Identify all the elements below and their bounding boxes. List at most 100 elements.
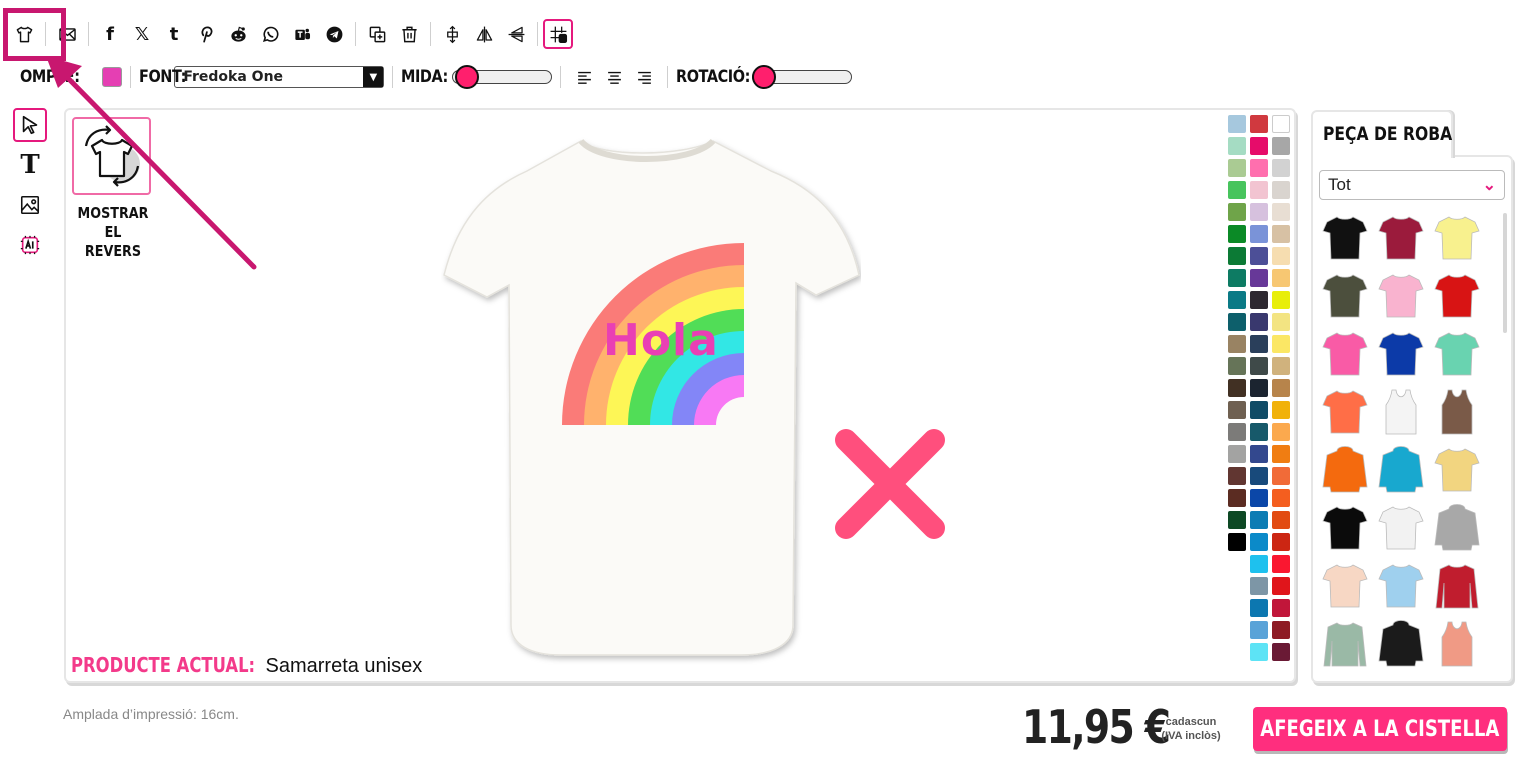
- color-swatch[interactable]: [1250, 577, 1268, 595]
- design-canvas[interactable]: MOSTRAR EL REVERS Hola PRODUCTE ACTUAL: …: [64, 108, 1296, 683]
- color-swatch[interactable]: [1228, 379, 1246, 397]
- garment-item-royal-tshirt[interactable]: [1373, 328, 1429, 380]
- garment-item-tiedye-tshirt[interactable]: [1429, 444, 1485, 496]
- garment-item-black-tshirt[interactable]: [1317, 212, 1373, 264]
- color-swatch[interactable]: [1250, 313, 1268, 331]
- align-right-button[interactable]: [629, 64, 659, 90]
- color-swatch[interactable]: [1272, 313, 1290, 331]
- color-swatch[interactable]: [1228, 137, 1246, 155]
- color-swatch[interactable]: [1228, 159, 1246, 177]
- color-swatch[interactable]: [1250, 291, 1268, 309]
- color-swatch[interactable]: [1272, 511, 1290, 529]
- color-swatch[interactable]: [1250, 115, 1268, 133]
- color-swatch[interactable]: [1228, 335, 1246, 353]
- color-swatch[interactable]: [1250, 533, 1268, 551]
- color-swatch[interactable]: [1228, 181, 1246, 199]
- garment-item-red-tshirt[interactable]: [1429, 270, 1485, 322]
- show-back-button[interactable]: [72, 117, 151, 195]
- color-swatch[interactable]: [1272, 401, 1290, 419]
- color-swatch[interactable]: [1272, 555, 1290, 573]
- color-swatch[interactable]: [1272, 181, 1290, 199]
- color-swatch[interactable]: [1250, 247, 1268, 265]
- garment-item-orange-hoodie[interactable]: [1317, 444, 1373, 496]
- size-slider[interactable]: [452, 65, 553, 89]
- color-swatch[interactable]: [1272, 247, 1290, 265]
- color-swatch[interactable]: [1228, 467, 1246, 485]
- color-swatch[interactable]: [1250, 599, 1268, 617]
- color-swatch[interactable]: [1228, 511, 1246, 529]
- color-swatch[interactable]: [1228, 269, 1246, 287]
- garment-item-fuchsia-tshirt[interactable]: [1317, 328, 1373, 380]
- x-share-button[interactable]: 𝕏: [126, 18, 158, 50]
- color-swatch[interactable]: [1228, 533, 1246, 551]
- color-swatch[interactable]: [1250, 555, 1268, 573]
- color-swatch[interactable]: [1272, 225, 1290, 243]
- color-swatch[interactable]: [1272, 269, 1290, 287]
- color-swatch[interactable]: [1272, 159, 1290, 177]
- flip-vertical-button[interactable]: [500, 18, 532, 50]
- product-tshirt-button[interactable]: [8, 18, 40, 50]
- garment-item-grey-hoodie[interactable]: [1429, 502, 1485, 554]
- font-select[interactable]: Fredoka One ▼: [174, 66, 385, 88]
- color-swatch[interactable]: [1250, 137, 1268, 155]
- color-swatch[interactable]: [1250, 203, 1268, 221]
- garment-item-sage-longsleeve[interactable]: [1317, 618, 1373, 670]
- garment-item-salmon-tank[interactable]: [1429, 618, 1485, 670]
- garment-item-black-orange-hoodie[interactable]: [1373, 618, 1429, 670]
- garment-item-yellow-tshirt[interactable]: [1429, 212, 1485, 264]
- color-swatch[interactable]: [1250, 445, 1268, 463]
- color-swatch[interactable]: [1250, 621, 1268, 639]
- color-swatch[interactable]: [1250, 357, 1268, 375]
- color-swatch[interactable]: [1272, 115, 1290, 133]
- color-swatch[interactable]: [1250, 467, 1268, 485]
- color-swatch[interactable]: [1272, 137, 1290, 155]
- color-swatch[interactable]: [1228, 247, 1246, 265]
- color-swatch[interactable]: [1228, 203, 1246, 221]
- fill-color-button[interactable]: [102, 67, 123, 87]
- garment-item-white-tank[interactable]: [1373, 386, 1429, 438]
- garment-item-peach-tshirt[interactable]: [1317, 560, 1373, 612]
- color-swatch[interactable]: [1250, 335, 1268, 353]
- garment-scrollbar[interactable]: [1503, 213, 1507, 333]
- color-swatch[interactable]: [1272, 445, 1290, 463]
- align-left-button[interactable]: [569, 64, 599, 90]
- align-center-button[interactable]: [599, 64, 629, 90]
- color-swatch[interactable]: [1228, 357, 1246, 375]
- garment-item-mint-tshirt[interactable]: [1429, 328, 1485, 380]
- teams-share-button[interactable]: [286, 18, 318, 50]
- duplicate-button[interactable]: [361, 18, 393, 50]
- color-swatch[interactable]: [1272, 489, 1290, 507]
- garment-item-raglan-tshirt[interactable]: [1373, 502, 1429, 554]
- whatsapp-share-button[interactable]: [254, 18, 286, 50]
- color-swatch[interactable]: [1250, 423, 1268, 441]
- add-to-cart-button[interactable]: AFEGEIX A LA CISTELLA: [1253, 707, 1507, 751]
- color-swatch[interactable]: [1272, 621, 1290, 639]
- text-tool-button[interactable]: T: [13, 148, 47, 182]
- select-tool-button[interactable]: [13, 108, 47, 142]
- facebook-share-button[interactable]: f: [94, 18, 126, 50]
- color-swatch[interactable]: [1272, 203, 1290, 221]
- design-text[interactable]: Hola: [603, 315, 719, 366]
- color-swatch[interactable]: [1272, 379, 1290, 397]
- color-swatch[interactable]: [1272, 335, 1290, 353]
- pinterest-share-button[interactable]: [190, 18, 222, 50]
- email-share-button[interactable]: [51, 18, 83, 50]
- color-swatch[interactable]: [1272, 643, 1290, 661]
- close-x-icon[interactable]: [828, 422, 952, 546]
- color-swatch[interactable]: [1250, 269, 1268, 287]
- color-swatch[interactable]: [1250, 401, 1268, 419]
- tumblr-share-button[interactable]: t: [158, 18, 190, 50]
- color-swatch[interactable]: [1228, 225, 1246, 243]
- garment-item-pink-tshirt[interactable]: [1373, 270, 1429, 322]
- color-swatch[interactable]: [1228, 291, 1246, 309]
- garment-item-varsity-jacket[interactable]: [1429, 560, 1485, 612]
- color-swatch[interactable]: [1228, 313, 1246, 331]
- size-slider-knob[interactable]: [455, 65, 480, 89]
- color-swatch[interactable]: [1228, 115, 1246, 133]
- garment-item-black-tshirt-2[interactable]: [1317, 502, 1373, 554]
- color-swatch[interactable]: [1250, 159, 1268, 177]
- color-swatch[interactable]: [1272, 467, 1290, 485]
- reddit-share-button[interactable]: [222, 18, 254, 50]
- garment-item-burgundy-tshirt[interactable]: [1373, 212, 1429, 264]
- telegram-share-button[interactable]: [318, 18, 350, 50]
